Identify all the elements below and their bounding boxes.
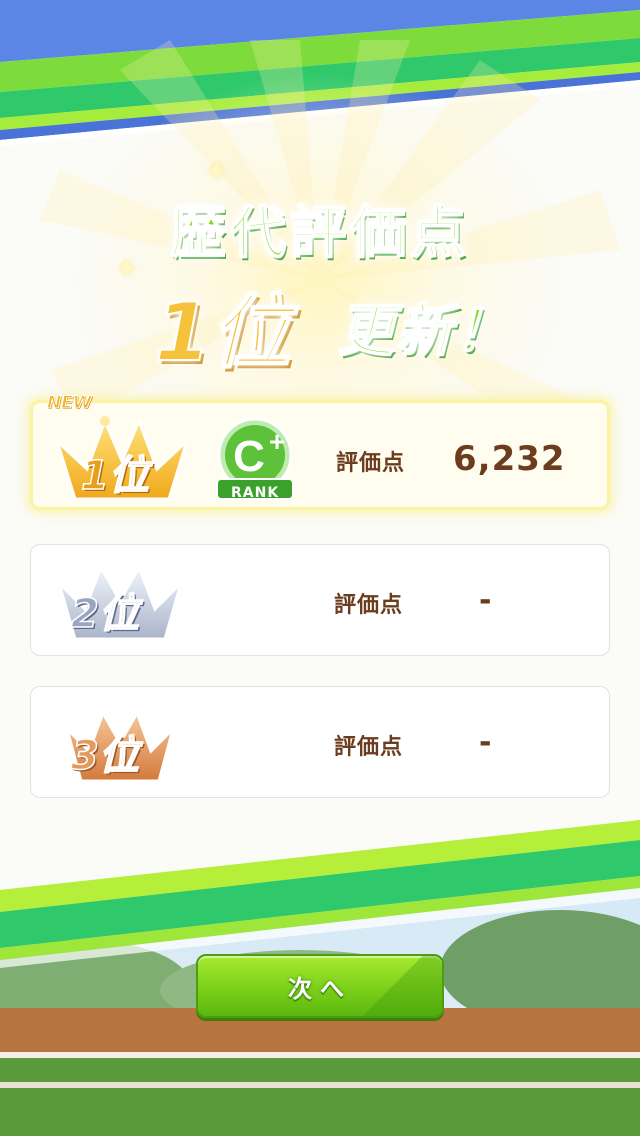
- score-value: -: [479, 725, 493, 760]
- score-label: 評価点: [336, 451, 406, 476]
- svg-text:+: +: [269, 426, 285, 457]
- record-card-1: NEW 1位 C + RANK 評価点 6,232: [30, 393, 610, 510]
- rank-grade-caption: RANK: [231, 485, 280, 501]
- headline-title: 歴代評価点: [169, 200, 470, 267]
- score-value: -: [479, 583, 493, 618]
- next-button[interactable]: 次へ: [196, 954, 444, 1018]
- next-button-label: 次へ: [288, 974, 352, 1003]
- svg-text:C: C: [233, 432, 265, 481]
- rank-label-2: 2位: [70, 590, 139, 638]
- headline-update: 更新！: [337, 298, 512, 365]
- rank-label-3: 3位: [70, 732, 139, 780]
- score-value: 6,232: [453, 439, 566, 479]
- new-badge: NEW: [47, 393, 93, 414]
- headline-rank: 1位: [154, 285, 292, 380]
- rank-label-1: 1位: [80, 452, 149, 500]
- record-card-3: 3位 評価点 -: [30, 686, 610, 798]
- score-label: 評価点: [334, 735, 404, 760]
- record-card-2: 2位 評価点 -: [30, 544, 610, 656]
- sparkle-icon: ✦: [205, 155, 229, 188]
- score-label: 評価点: [334, 593, 404, 618]
